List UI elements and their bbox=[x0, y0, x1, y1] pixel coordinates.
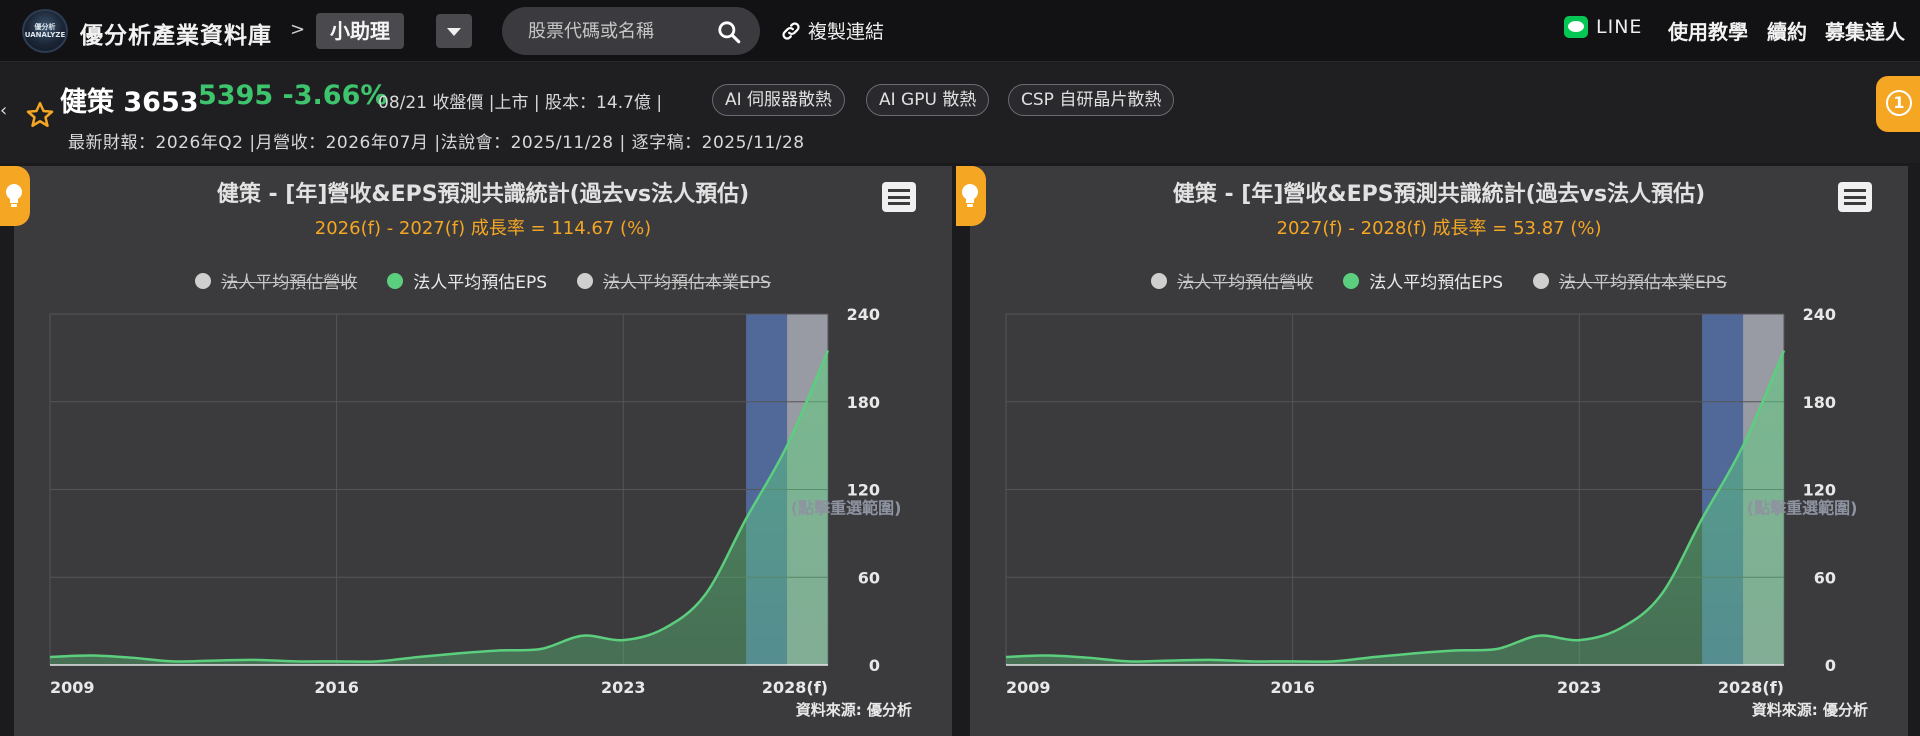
nav-tutorial[interactable]: 使用教學 bbox=[1668, 16, 1748, 45]
legend-revenue[interactable]: 法人平均預估營收 bbox=[195, 268, 357, 293]
tip-bulb-left[interactable] bbox=[0, 166, 30, 226]
nav-renew[interactable]: 續約 bbox=[1767, 16, 1807, 45]
y-tick-label: 240 bbox=[1803, 306, 1836, 324]
breadcrumb-separator: > bbox=[290, 19, 306, 40]
eps-area bbox=[1006, 350, 1784, 665]
legend-label: 法人平均預估本業EPS bbox=[603, 273, 771, 293]
caret-down-icon bbox=[447, 28, 461, 36]
chart-menu-icon[interactable] bbox=[882, 182, 916, 212]
copy-link-label: 複製連結 bbox=[808, 21, 885, 43]
chart-growth-rate: 2027(f) - 2028(f) 成長率 = 53.87 (%) bbox=[1276, 218, 1602, 239]
y-tick-label: 120 bbox=[847, 481, 880, 500]
y-tick-label: 0 bbox=[869, 656, 880, 675]
link-icon bbox=[782, 21, 800, 40]
legend-core-eps[interactable]: 法人平均預估本業EPS bbox=[577, 268, 771, 293]
line-button[interactable]: LINE bbox=[1564, 16, 1642, 38]
chart-growth-rate: 2026(f) - 2027(f) 成長率 = 114.67 (%) bbox=[314, 218, 652, 239]
legend-label: 法人平均預估本業EPS bbox=[1559, 273, 1727, 293]
chart-legend: 法人平均預估營收 法人平均預估EPS 法人平均預估本業EPS bbox=[970, 268, 1908, 293]
chart-panel-left: 健策 - [年]營收&EPS預測共識統計(過去vs法人預估) 2026(f) -… bbox=[14, 166, 952, 736]
stock-price-change: 5395 -3.66% bbox=[198, 80, 388, 111]
chart-panel-right: 健策 - [年]營收&EPS預測共識統計(過去vs法人預估) 2027(f) -… bbox=[970, 166, 1908, 736]
search-input[interactable] bbox=[528, 17, 708, 45]
notification-badge[interactable]: 1 bbox=[1876, 76, 1920, 132]
legend-label: 法人平均預估EPS bbox=[413, 273, 547, 293]
stock-report-dates: 最新財報：2026年Q2 |月營收：2026年07月 |法說會：2025/11/… bbox=[68, 133, 805, 153]
legend-label: 法人平均預估營收 bbox=[221, 273, 358, 293]
x-tick-label: 2016 bbox=[1270, 678, 1315, 697]
nav-fundraising-expert[interactable]: 募集達人 bbox=[1825, 16, 1905, 45]
search-icon[interactable] bbox=[716, 19, 742, 45]
chart-title: 健策 - [年]營收&EPS預測共識統計(過去vs法人預估) bbox=[216, 182, 750, 207]
notification-count: 1 bbox=[1886, 90, 1912, 116]
y-tick-label: 240 bbox=[847, 306, 880, 324]
y-tick-label: 180 bbox=[847, 393, 880, 412]
x-tick-label: 2009 bbox=[1006, 678, 1051, 697]
y-tick-label: 180 bbox=[1803, 393, 1836, 412]
chart-title: 健策 - [年]營收&EPS預測共識統計(過去vs法人預估) bbox=[1172, 182, 1706, 207]
lightbulb-icon bbox=[962, 184, 978, 207]
collapse-left-icon[interactable]: ‹ bbox=[0, 100, 7, 121]
stock-meta: 08/21 收盤價 |上市 | 股本：14.7億 | bbox=[378, 93, 663, 113]
legend-core-eps[interactable]: 法人平均預估本業EPS bbox=[1533, 268, 1727, 293]
legend-dot bbox=[195, 272, 212, 289]
copy-link-button[interactable]: 複製連結 bbox=[780, 17, 884, 44]
logo-text-2: UANALYZE bbox=[24, 31, 66, 39]
legend-revenue[interactable]: 法人平均預估營收 bbox=[1151, 268, 1313, 293]
assistant-button[interactable]: 小助理 bbox=[316, 13, 404, 49]
line-icon bbox=[1564, 16, 1588, 38]
chart-source: 資料來源: 優分析 bbox=[1751, 701, 1868, 719]
stock-name: 健策 3653 bbox=[60, 87, 199, 118]
star-icon[interactable] bbox=[25, 100, 55, 130]
x-tick-label: 2009 bbox=[50, 678, 95, 697]
reselect-range-hint: (點擊重選範圍) bbox=[791, 499, 902, 518]
y-tick-label: 60 bbox=[1814, 568, 1836, 587]
legend-dot bbox=[1533, 272, 1549, 289]
tag-ai-gpu-cooling[interactable]: AI GPU 散熱 bbox=[866, 84, 990, 116]
legend-dot bbox=[1343, 272, 1360, 289]
top-navbar: 優分析UANALYZE 優分析產業資料庫 > 小助理 複製連結 LINE 使用教… bbox=[0, 0, 1920, 62]
x-tick-label: 2023 bbox=[1557, 678, 1602, 697]
chart-legend: 法人平均預估營收 法人平均預估EPS 法人平均預估本業EPS bbox=[14, 268, 952, 293]
eps-chart-left[interactable]: 0 60 120 180 240 2009 2016 2023 2028(f) (點擊重選範圍) bbox=[14, 306, 952, 726]
eps-area bbox=[50, 350, 828, 665]
legend-label: 法人平均預估EPS bbox=[1369, 273, 1503, 293]
legend-eps[interactable]: 法人平均預估EPS bbox=[1343, 268, 1503, 293]
site-logo[interactable]: 優分析 UANALYZE bbox=[22, 9, 68, 53]
x-tick-label: 2028(f) bbox=[762, 678, 828, 697]
legend-dot bbox=[577, 272, 593, 289]
tip-bulb-right[interactable] bbox=[956, 166, 986, 226]
tag-ai-server-cooling[interactable]: AI 伺服器散熱 bbox=[712, 84, 846, 116]
tag-csp-chip-cooling[interactable]: CSP 自研晶片散熱 bbox=[1008, 84, 1175, 116]
logo-text-1: 優分析 bbox=[34, 23, 56, 31]
legend-eps[interactable]: 法人平均預估EPS bbox=[387, 268, 547, 293]
y-tick-label: 120 bbox=[1803, 481, 1836, 500]
legend-dot bbox=[387, 272, 404, 289]
site-title[interactable]: 優分析產業資料庫 bbox=[80, 16, 272, 50]
legend-dot bbox=[1151, 272, 1168, 289]
x-tick-label: 2016 bbox=[314, 678, 359, 697]
x-tick-label: 2023 bbox=[601, 678, 646, 697]
y-tick-label: 60 bbox=[858, 568, 880, 587]
y-tick-label: 0 bbox=[1825, 656, 1836, 675]
eps-chart-right[interactable]: 0 60 120 180 240 2009 2016 2023 2028(f) (點擊重選範圍) bbox=[970, 306, 1908, 726]
line-label: LINE bbox=[1596, 16, 1643, 38]
x-tick-label: 2028(f) bbox=[1718, 678, 1784, 697]
assistant-dropdown-button[interactable] bbox=[436, 14, 472, 48]
reselect-range-hint: (點擊重選範圍) bbox=[1747, 499, 1858, 518]
search-box bbox=[502, 7, 760, 55]
lightbulb-icon bbox=[6, 184, 22, 207]
legend-label: 法人平均預估營收 bbox=[1177, 273, 1314, 293]
chart-menu-icon[interactable] bbox=[1838, 182, 1872, 212]
chart-source: 資料來源: 優分析 bbox=[795, 701, 912, 719]
